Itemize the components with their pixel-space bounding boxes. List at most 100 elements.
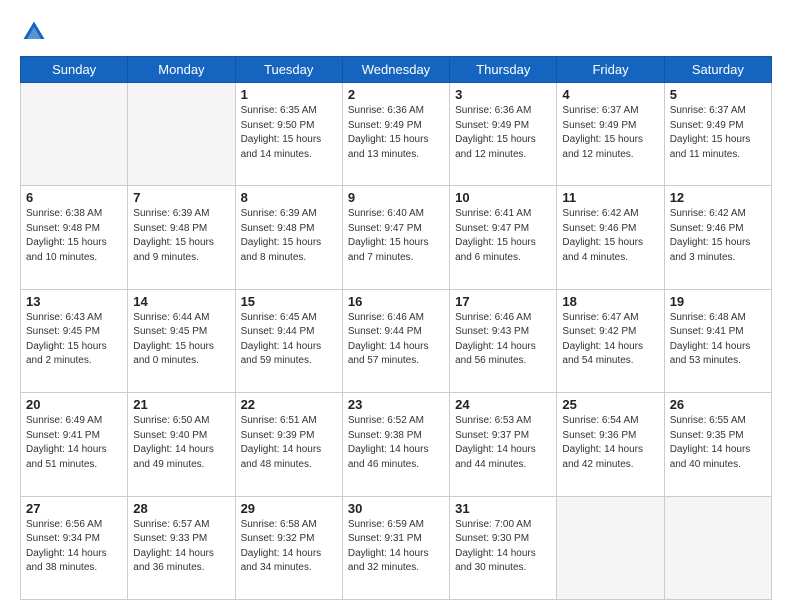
day-number: 25 — [562, 397, 658, 412]
header — [20, 18, 772, 46]
calendar-cell: 11 Sunrise: 6:42 AMSunset: 9:46 PMDayligh… — [557, 186, 664, 289]
day-detail: Sunrise: 6:52 AMSunset: 9:38 PMDaylight:… — [348, 414, 444, 472]
day-number: 27 — [26, 501, 122, 516]
day-detail: Sunrise: 6:37 AMSunset: 9:49 PMDaylight:… — [670, 104, 766, 162]
day-detail: Sunrise: 6:35 AMSunset: 9:50 PMDaylight:… — [241, 104, 337, 162]
calendar-cell: 17 Sunrise: 6:46 AMSunset: 9:43 PMDayligh… — [450, 289, 557, 392]
day-detail: Sunrise: 6:56 AMSunset: 9:34 PMDaylight:… — [26, 518, 122, 576]
day-number: 23 — [348, 397, 444, 412]
calendar-cell: 31Sunrise: 7:00 AMSunset: 9:30 PMDayligh… — [450, 496, 557, 599]
day-number: 5 — [670, 87, 766, 102]
day-number: 22 — [241, 397, 337, 412]
day-detail: Sunrise: 6:42 AMSunset: 9:46 PMDaylight:… — [562, 207, 658, 265]
day-detail: Sunrise: 6:41 AMSunset: 9:47 PMDaylight:… — [455, 207, 551, 265]
calendar-cell: 7 Sunrise: 6:39 AMSunset: 9:48 PMDaylight… — [128, 186, 235, 289]
day-number: 14 — [133, 294, 229, 309]
calendar-cell — [21, 83, 128, 186]
calendar-cell: 22 Sunrise: 6:51 AMSunset: 9:39 PMDayligh… — [235, 393, 342, 496]
calendar-cell: 27 Sunrise: 6:56 AMSunset: 9:34 PMDayligh… — [21, 496, 128, 599]
day-detail: Sunrise: 6:39 AMSunset: 9:48 PMDaylight:… — [133, 207, 229, 265]
day-number: 16 — [348, 294, 444, 309]
day-detail: Sunrise: 6:36 AMSunset: 9:49 PMDaylight:… — [348, 104, 444, 162]
day-detail: Sunrise: 6:39 AMSunset: 9:48 PMDaylight:… — [241, 207, 337, 265]
day-detail: Sunrise: 7:00 AMSunset: 9:30 PMDaylight:… — [455, 518, 551, 576]
day-detail: Sunrise: 6:40 AMSunset: 9:47 PMDaylight:… — [348, 207, 444, 265]
calendar-week-row: 6Sunrise: 6:38 AMSunset: 9:48 PMDaylight… — [21, 186, 772, 289]
calendar-cell: 24 Sunrise: 6:53 AMSunset: 9:37 PMDayligh… — [450, 393, 557, 496]
calendar-table: SundayMondayTuesdayWednesdayThursdayFrid… — [20, 56, 772, 600]
day-number: 12 — [670, 190, 766, 205]
day-detail: Sunrise: 6:44 AMSunset: 9:45 PMDaylight:… — [133, 311, 229, 369]
calendar-cell: 3 Sunrise: 6:36 AMSunset: 9:49 PMDaylight… — [450, 83, 557, 186]
day-detail: Sunrise: 6:57 AMSunset: 9:33 PMDaylight:… — [133, 518, 229, 576]
calendar-cell: 12 Sunrise: 6:42 AMSunset: 9:46 PMDayligh… — [664, 186, 771, 289]
calendar-cell: 14 Sunrise: 6:44 AMSunset: 9:45 PMDayligh… — [128, 289, 235, 392]
calendar-cell: 16 Sunrise: 6:46 AMSunset: 9:44 PMDayligh… — [342, 289, 449, 392]
day-detail: Sunrise: 6:45 AMSunset: 9:44 PMDaylight:… — [241, 311, 337, 369]
calendar-day-header: Saturday — [664, 57, 771, 83]
day-number: 8 — [241, 190, 337, 205]
day-detail: Sunrise: 6:54 AMSunset: 9:36 PMDaylight:… — [562, 414, 658, 472]
day-detail: Sunrise: 6:46 AMSunset: 9:44 PMDaylight:… — [348, 311, 444, 369]
day-detail: Sunrise: 6:53 AMSunset: 9:37 PMDaylight:… — [455, 414, 551, 472]
calendar-cell: 13Sunrise: 6:43 AMSunset: 9:45 PMDayligh… — [21, 289, 128, 392]
day-number: 11 — [562, 190, 658, 205]
calendar-day-header: Thursday — [450, 57, 557, 83]
calendar-cell: 15 Sunrise: 6:45 AMSunset: 9:44 PMDayligh… — [235, 289, 342, 392]
calendar-cell: 26 Sunrise: 6:55 AMSunset: 9:35 PMDayligh… — [664, 393, 771, 496]
calendar-cell: 29 Sunrise: 6:58 AMSunset: 9:32 PMDayligh… — [235, 496, 342, 599]
calendar-cell: 30Sunrise: 6:59 AMSunset: 9:31 PMDayligh… — [342, 496, 449, 599]
day-number: 6 — [26, 190, 122, 205]
day-number: 29 — [241, 501, 337, 516]
calendar-week-row: 1Sunrise: 6:35 AMSunset: 9:50 PMDaylight… — [21, 83, 772, 186]
day-detail: Sunrise: 6:47 AMSunset: 9:42 PMDaylight:… — [562, 311, 658, 369]
day-detail: Sunrise: 6:42 AMSunset: 9:46 PMDaylight:… — [670, 207, 766, 265]
calendar-cell: 18 Sunrise: 6:47 AMSunset: 9:42 PMDayligh… — [557, 289, 664, 392]
day-detail: Sunrise: 6:55 AMSunset: 9:35 PMDaylight:… — [670, 414, 766, 472]
calendar-cell: 2 Sunrise: 6:36 AMSunset: 9:49 PMDaylight… — [342, 83, 449, 186]
day-number: 3 — [455, 87, 551, 102]
calendar-day-header: Wednesday — [342, 57, 449, 83]
day-detail: Sunrise: 6:58 AMSunset: 9:32 PMDaylight:… — [241, 518, 337, 576]
calendar-cell: 9 Sunrise: 6:40 AMSunset: 9:47 PMDaylight… — [342, 186, 449, 289]
logo — [20, 18, 52, 46]
day-number: 17 — [455, 294, 551, 309]
calendar-cell: 8 Sunrise: 6:39 AMSunset: 9:48 PMDaylight… — [235, 186, 342, 289]
calendar-cell: 1Sunrise: 6:35 AMSunset: 9:50 PMDaylight… — [235, 83, 342, 186]
calendar-day-header: Tuesday — [235, 57, 342, 83]
page: SundayMondayTuesdayWednesdayThursdayFrid… — [0, 0, 792, 612]
calendar-cell — [557, 496, 664, 599]
day-number: 26 — [670, 397, 766, 412]
day-detail: Sunrise: 6:48 AMSunset: 9:41 PMDaylight:… — [670, 311, 766, 369]
day-detail: Sunrise: 6:51 AMSunset: 9:39 PMDaylight:… — [241, 414, 337, 472]
day-detail: Sunrise: 6:36 AMSunset: 9:49 PMDaylight:… — [455, 104, 551, 162]
day-detail: Sunrise: 6:50 AMSunset: 9:40 PMDaylight:… — [133, 414, 229, 472]
day-detail: Sunrise: 6:46 AMSunset: 9:43 PMDaylight:… — [455, 311, 551, 369]
day-number: 15 — [241, 294, 337, 309]
calendar-day-header: Friday — [557, 57, 664, 83]
day-detail: Sunrise: 6:49 AMSunset: 9:41 PMDaylight:… — [26, 414, 122, 472]
day-number: 10 — [455, 190, 551, 205]
calendar-cell: 20Sunrise: 6:49 AMSunset: 9:41 PMDayligh… — [21, 393, 128, 496]
day-number: 24 — [455, 397, 551, 412]
day-number: 9 — [348, 190, 444, 205]
day-number: 18 — [562, 294, 658, 309]
day-number: 7 — [133, 190, 229, 205]
calendar-cell: 10 Sunrise: 6:41 AMSunset: 9:47 PMDayligh… — [450, 186, 557, 289]
calendar-cell: 4 Sunrise: 6:37 AMSunset: 9:49 PMDaylight… — [557, 83, 664, 186]
day-number: 13 — [26, 294, 122, 309]
calendar-cell: 28 Sunrise: 6:57 AMSunset: 9:33 PMDayligh… — [128, 496, 235, 599]
calendar-cell — [664, 496, 771, 599]
calendar-week-row: 27 Sunrise: 6:56 AMSunset: 9:34 PMDayligh… — [21, 496, 772, 599]
day-detail: Sunrise: 6:37 AMSunset: 9:49 PMDaylight:… — [562, 104, 658, 162]
day-number: 2 — [348, 87, 444, 102]
calendar-cell: 25 Sunrise: 6:54 AMSunset: 9:36 PMDayligh… — [557, 393, 664, 496]
calendar-day-header: Monday — [128, 57, 235, 83]
day-number: 30 — [348, 501, 444, 516]
day-number: 28 — [133, 501, 229, 516]
calendar-week-row: 13Sunrise: 6:43 AMSunset: 9:45 PMDayligh… — [21, 289, 772, 392]
day-number: 4 — [562, 87, 658, 102]
calendar-cell: 19Sunrise: 6:48 AMSunset: 9:41 PMDayligh… — [664, 289, 771, 392]
calendar-cell: 6Sunrise: 6:38 AMSunset: 9:48 PMDaylight… — [21, 186, 128, 289]
calendar-cell: 21Sunrise: 6:50 AMSunset: 9:40 PMDayligh… — [128, 393, 235, 496]
